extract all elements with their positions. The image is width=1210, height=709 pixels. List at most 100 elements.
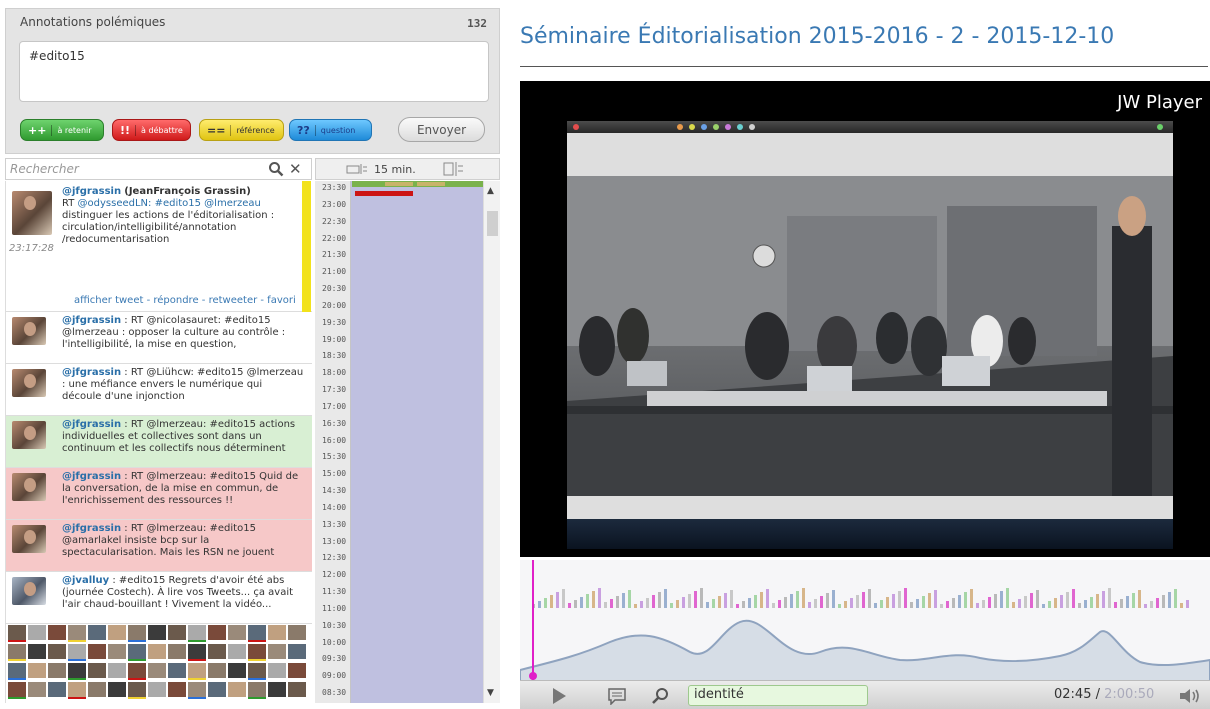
mini-avatar[interactable] bbox=[128, 663, 146, 678]
tweet-item[interactable]: @jfgrassin : RT @nicolasauret: #edito15 … bbox=[6, 312, 312, 364]
annotation-textarea[interactable]: #edito15 bbox=[19, 41, 489, 102]
mini-avatar[interactable] bbox=[88, 663, 106, 678]
mini-avatar[interactable] bbox=[48, 663, 66, 678]
mini-avatar[interactable] bbox=[248, 644, 266, 659]
tag-reference-button[interactable]: == référence bbox=[199, 119, 284, 141]
mini-avatar[interactable] bbox=[288, 625, 306, 640]
annotation-timeline[interactable] bbox=[519, 560, 1210, 684]
mini-avatar[interactable] bbox=[8, 682, 26, 697]
mini-avatar[interactable] bbox=[48, 682, 66, 697]
mini-avatar[interactable] bbox=[268, 663, 286, 678]
playhead-marker[interactable] bbox=[532, 560, 534, 683]
scroll-thumb[interactable] bbox=[487, 211, 498, 236]
tweet-scrollbar[interactable]: ▲ ▼ bbox=[483, 181, 500, 703]
tweet-item[interactable]: @jfgrassin : RT @lmerzeau: #edito15 @ama… bbox=[6, 520, 312, 572]
tweet-item[interactable]: 23:17:28 @jfgrassin (JeanFrançois Grassi… bbox=[6, 181, 312, 312]
mini-avatar[interactable] bbox=[48, 625, 66, 640]
scroll-up-icon[interactable]: ▲ bbox=[487, 186, 494, 196]
mini-avatar[interactable] bbox=[168, 625, 186, 640]
tweet-item[interactable]: @jvalluy : #edito15 Regrets d'avoir été … bbox=[6, 572, 312, 624]
tweet-user[interactable]: @jfgrassin bbox=[62, 315, 121, 326]
mini-avatar[interactable] bbox=[208, 625, 226, 640]
mini-avatar[interactable] bbox=[68, 625, 86, 640]
send-button[interactable]: Envoyer bbox=[398, 117, 485, 142]
zoom-control-icon[interactable] bbox=[443, 161, 465, 177]
tweet-item[interactable]: @jfgrassin : RT @Liühcw: #edito15 @lmerz… bbox=[6, 364, 312, 416]
mini-avatar[interactable] bbox=[108, 644, 126, 659]
mini-avatar[interactable] bbox=[168, 682, 186, 697]
mini-avatar[interactable] bbox=[168, 663, 186, 678]
mini-avatar[interactable] bbox=[288, 644, 306, 659]
mini-avatar[interactable] bbox=[188, 682, 206, 697]
mini-avatar[interactable] bbox=[88, 644, 106, 659]
mini-avatar[interactable] bbox=[148, 644, 166, 659]
playhead-handle[interactable] bbox=[529, 672, 537, 680]
tweet-user[interactable]: @jfgrassin bbox=[62, 471, 121, 482]
mini-avatar[interactable] bbox=[208, 644, 226, 659]
mini-avatar[interactable] bbox=[48, 644, 66, 659]
mini-avatar[interactable] bbox=[228, 663, 246, 678]
mini-avatar[interactable] bbox=[268, 625, 286, 640]
mini-avatar[interactable] bbox=[168, 644, 186, 659]
mini-avatar[interactable] bbox=[188, 644, 206, 659]
mini-avatar[interactable] bbox=[268, 644, 286, 659]
mini-avatar[interactable] bbox=[28, 625, 46, 640]
tweet-user[interactable]: @jfgrassin bbox=[62, 419, 121, 430]
mini-avatar[interactable] bbox=[108, 682, 126, 697]
mini-avatar[interactable] bbox=[248, 682, 266, 697]
mini-avatar[interactable] bbox=[128, 644, 146, 659]
play-icon[interactable] bbox=[550, 687, 568, 705]
avatar-grid[interactable] bbox=[8, 625, 310, 703]
comment-icon[interactable] bbox=[607, 687, 627, 705]
mini-avatar[interactable] bbox=[268, 682, 286, 697]
mini-avatar[interactable] bbox=[128, 682, 146, 697]
tag-question-button[interactable]: ?? question bbox=[289, 119, 372, 141]
mini-avatar[interactable] bbox=[188, 625, 206, 640]
video-player[interactable]: JW Player bbox=[520, 81, 1210, 557]
mini-avatar[interactable] bbox=[88, 682, 106, 697]
mini-avatar[interactable] bbox=[108, 625, 126, 640]
mini-avatar[interactable] bbox=[68, 682, 86, 697]
tag-retenir-button[interactable]: ++ à retenir bbox=[20, 119, 104, 141]
tag-debattre-button[interactable]: !! à débattre bbox=[112, 119, 191, 141]
tweet-user[interactable]: @jvalluy bbox=[62, 575, 109, 586]
mini-avatar[interactable] bbox=[8, 625, 26, 640]
mini-avatar[interactable] bbox=[28, 682, 46, 697]
mini-avatar[interactable] bbox=[248, 625, 266, 640]
mini-avatar[interactable] bbox=[148, 682, 166, 697]
mini-avatar[interactable] bbox=[228, 644, 246, 659]
mini-avatar[interactable] bbox=[288, 663, 306, 678]
tweet-item[interactable]: @jfgrassin : RT @lmerzeau: #edito15 acti… bbox=[6, 416, 312, 468]
mini-avatar[interactable] bbox=[208, 663, 226, 678]
tweet-timeline[interactable]: 23:30 23:00 22:30 22:00 21:30 21:00 20:30 20:00… bbox=[315, 181, 483, 703]
tweet-item[interactable]: @jfgrassin : RT @lmerzeau: #edito15 Quid… bbox=[6, 468, 312, 520]
mini-avatar[interactable] bbox=[208, 682, 226, 697]
mini-avatar[interactable] bbox=[8, 663, 26, 678]
tweet-mention[interactable]: @odysseedLN: #edito15 @lmerzeau bbox=[78, 198, 261, 209]
mini-avatar[interactable] bbox=[188, 663, 206, 678]
mini-avatar[interactable] bbox=[8, 644, 26, 659]
mini-avatar[interactable] bbox=[68, 663, 86, 678]
volume-icon[interactable] bbox=[1178, 687, 1202, 705]
tweet-user[interactable]: @jfgrassin bbox=[62, 523, 121, 534]
tweet-user[interactable]: @jfgrassin bbox=[62, 367, 121, 378]
mini-avatar[interactable] bbox=[228, 625, 246, 640]
mini-avatar[interactable] bbox=[228, 682, 246, 697]
clear-icon[interactable]: ✕ bbox=[289, 160, 302, 178]
mini-avatar[interactable] bbox=[28, 644, 46, 659]
mini-avatar[interactable] bbox=[68, 644, 86, 659]
search-icon[interactable] bbox=[268, 161, 284, 177]
mini-avatar[interactable] bbox=[148, 663, 166, 678]
mini-avatar[interactable] bbox=[288, 682, 306, 697]
scroll-down-icon[interactable]: ▼ bbox=[487, 688, 494, 698]
mini-avatar[interactable] bbox=[128, 625, 146, 640]
mini-avatar[interactable] bbox=[248, 663, 266, 678]
tweet-user[interactable]: @jfgrassin bbox=[62, 186, 121, 197]
annotation-search-input[interactable]: identité bbox=[688, 685, 868, 706]
mini-avatar[interactable] bbox=[148, 625, 166, 640]
zoom-level-icon[interactable] bbox=[346, 162, 368, 176]
search-icon[interactable] bbox=[651, 687, 669, 705]
tweet-actions[interactable]: afficher tweet - répondre - retweeter - … bbox=[74, 295, 296, 307]
mini-avatar[interactable] bbox=[28, 663, 46, 678]
mini-avatar[interactable] bbox=[108, 663, 126, 678]
